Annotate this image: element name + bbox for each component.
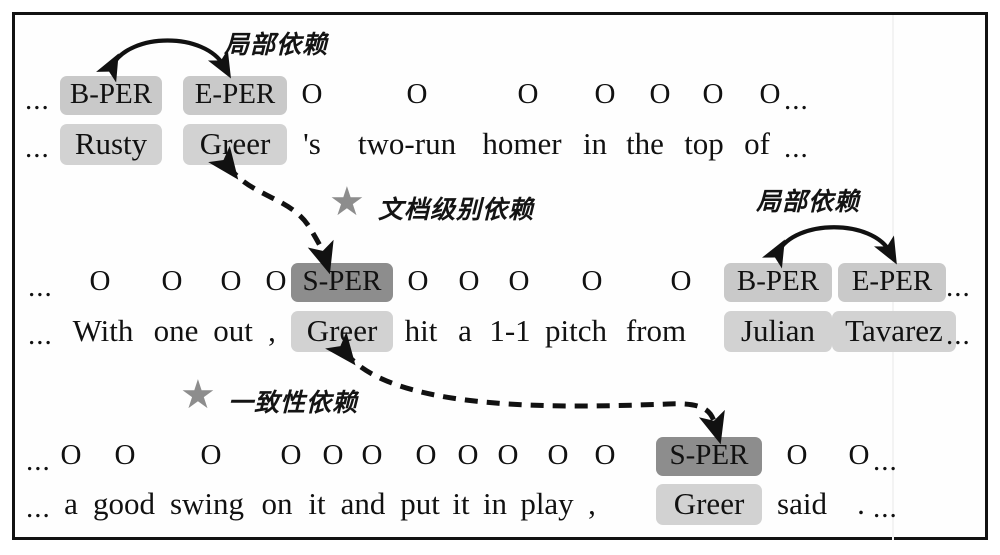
word-one: one [153, 313, 199, 348]
ner-dependency-figure: ... B-PER E-PER O O O O O O O ... ... Ru… [0, 0, 1000, 555]
word-1-1: 1-1 [489, 313, 531, 348]
tag-o: O [406, 78, 428, 110]
tag-e-per: E-PER [838, 263, 946, 302]
tag-o: O [457, 439, 479, 471]
word-greer: Greer [183, 124, 287, 165]
word-good: good [93, 486, 155, 521]
tag-o: O [594, 439, 616, 471]
word-put: put [400, 486, 440, 521]
word-it: it [452, 486, 470, 521]
star-icon: ★ [329, 179, 365, 224]
tag-b-per: B-PER [724, 263, 832, 302]
word-swing: swing [169, 486, 245, 521]
word-apostrophe-s: 's [303, 126, 321, 161]
tag-s-per: S-PER [291, 263, 393, 302]
word-greer: Greer [291, 311, 393, 352]
word-tavarez: Tavarez [832, 311, 956, 352]
tag-b-per: B-PER [60, 76, 162, 115]
tag-o: O [594, 78, 616, 110]
word-julian: Julian [724, 311, 832, 352]
tag-o: O [458, 265, 480, 297]
word-period: . [857, 486, 865, 521]
tag-o: O [60, 439, 82, 471]
tag-o: O [220, 265, 242, 297]
word-on: on [261, 486, 293, 521]
word-comma: , [268, 313, 276, 348]
trailing-ellipsis: ... [946, 271, 971, 303]
tag-e-per: E-PER [183, 76, 287, 115]
trailing-ellipsis: ... [946, 319, 971, 351]
tag-o: O [649, 78, 671, 110]
tag-o: O [161, 265, 183, 297]
trailing-ellipsis: ... [784, 132, 809, 164]
word-a: a [64, 486, 78, 521]
tag-o: O [89, 265, 111, 297]
leading-ellipsis: ... [26, 445, 51, 477]
word-homer: homer [482, 126, 562, 161]
word-said: said [777, 486, 827, 521]
word-top: top [684, 126, 724, 161]
tag-o: O [581, 265, 603, 297]
tag-o: O [415, 439, 437, 471]
trailing-ellipsis: ... [784, 84, 809, 116]
tag-o: O [702, 78, 724, 110]
label-document-level-dependency: 文档级别依赖 [378, 195, 535, 224]
word-a: a [458, 313, 472, 348]
tag-o: O [407, 265, 429, 297]
word-pitch: pitch [545, 313, 607, 348]
word-the: the [626, 126, 664, 161]
word-it: it [308, 486, 326, 521]
tag-o: O [361, 439, 383, 471]
tag-o: O [322, 439, 344, 471]
leading-ellipsis: ... [26, 492, 51, 524]
tag-o: O [547, 439, 569, 471]
word-two-run: two-run [357, 126, 457, 161]
word-rusty: Rusty [60, 124, 162, 165]
word-play: play [520, 486, 574, 521]
trailing-ellipsis: ... [873, 492, 898, 524]
word-comma: , [588, 486, 596, 521]
leading-ellipsis: ... [28, 271, 53, 303]
tag-o: O [301, 78, 323, 110]
tag-o: O [759, 78, 781, 110]
leading-ellipsis: ... [25, 132, 50, 164]
tag-s-per: S-PER [656, 437, 762, 476]
leading-ellipsis: ... [25, 84, 50, 116]
tag-o: O [670, 265, 692, 297]
word-greer: Greer [656, 484, 762, 525]
label-consistency-dependency: 一致性依赖 [228, 388, 359, 417]
tag-o: O [497, 439, 519, 471]
trailing-ellipsis: ... [873, 445, 898, 477]
star-icon: ★ [180, 372, 216, 417]
tag-o: O [114, 439, 136, 471]
word-of: of [744, 126, 770, 161]
word-in: in [582, 126, 608, 161]
tag-o: O [280, 439, 302, 471]
word-from: from [625, 313, 687, 348]
leading-ellipsis: ... [28, 319, 53, 351]
tag-o: O [265, 265, 287, 297]
tag-o: O [508, 265, 530, 297]
word-and: and [340, 486, 386, 521]
label-local-dependency-top: 局部依赖 [224, 30, 329, 59]
label-local-dependency-right: 局部依赖 [756, 187, 861, 216]
word-with: With [72, 313, 134, 348]
tag-o: O [517, 78, 539, 110]
tag-o: O [848, 439, 870, 471]
word-hit: hit [404, 313, 438, 348]
tag-o: O [200, 439, 222, 471]
tag-o: O [786, 439, 808, 471]
word-out: out [213, 313, 253, 348]
word-in: in [482, 486, 508, 521]
